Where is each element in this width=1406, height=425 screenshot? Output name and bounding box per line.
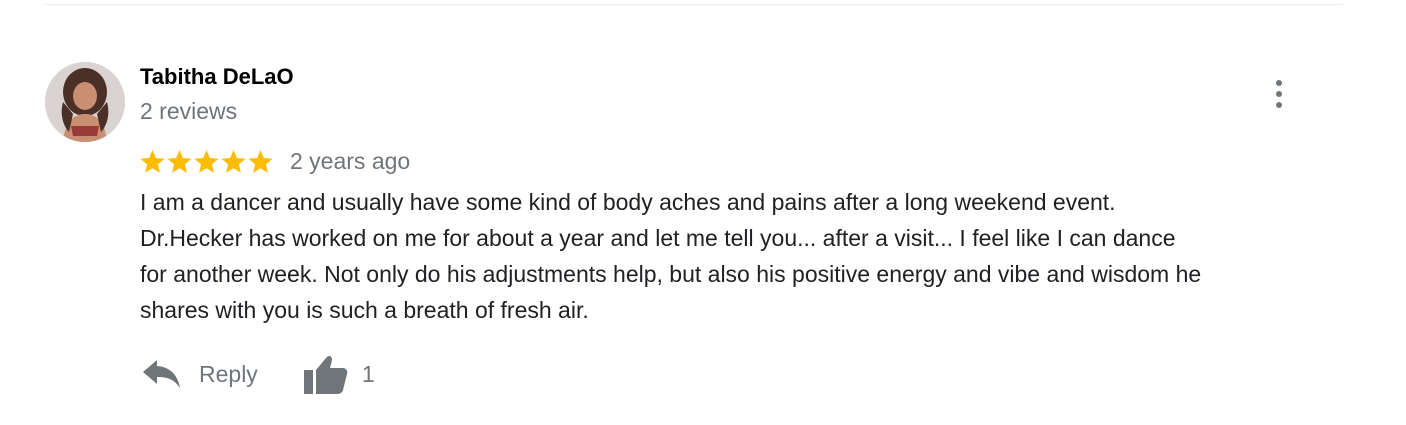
star-icon bbox=[194, 149, 219, 173]
review-actions: Reply 1 bbox=[140, 352, 375, 396]
review-text-line: shares with you is such a breath of fres… bbox=[140, 297, 589, 323]
reply-arrow-icon bbox=[143, 360, 180, 388]
like-count: 1 bbox=[361, 360, 375, 387]
review-text-line: I am a dancer and usually have some kind… bbox=[140, 189, 1116, 215]
more-options-button[interactable] bbox=[1264, 76, 1294, 112]
author-name[interactable]: Tabitha DeLaO bbox=[140, 64, 294, 90]
reply-button[interactable]: Reply bbox=[140, 357, 258, 391]
review-text: I am a dancer and usually have some kind… bbox=[140, 184, 1360, 328]
reply-label: Reply bbox=[199, 360, 258, 387]
review-count[interactable]: 2 reviews bbox=[140, 98, 237, 125]
review-text-line: Dr.Hecker has worked on me for about a y… bbox=[140, 225, 1176, 251]
more-vert-icon bbox=[1276, 91, 1282, 97]
star-icon bbox=[167, 149, 192, 173]
review-text-line: for another week. Not only do his adjust… bbox=[140, 261, 1202, 287]
star-icon bbox=[248, 149, 273, 173]
star-rating bbox=[139, 148, 274, 175]
star-icon bbox=[140, 149, 165, 173]
rating-row: 2 years ago bbox=[139, 146, 410, 176]
more-vert-icon bbox=[1276, 80, 1282, 86]
like-button[interactable]: 1 bbox=[302, 352, 375, 396]
review-date: 2 years ago bbox=[290, 147, 411, 174]
star-icon bbox=[221, 149, 246, 173]
more-vert-icon bbox=[1276, 102, 1282, 108]
top-divider bbox=[45, 4, 1343, 5]
thumbs-up-icon bbox=[303, 355, 348, 394]
avatar-photo bbox=[45, 62, 125, 142]
avatar[interactable] bbox=[45, 62, 125, 142]
